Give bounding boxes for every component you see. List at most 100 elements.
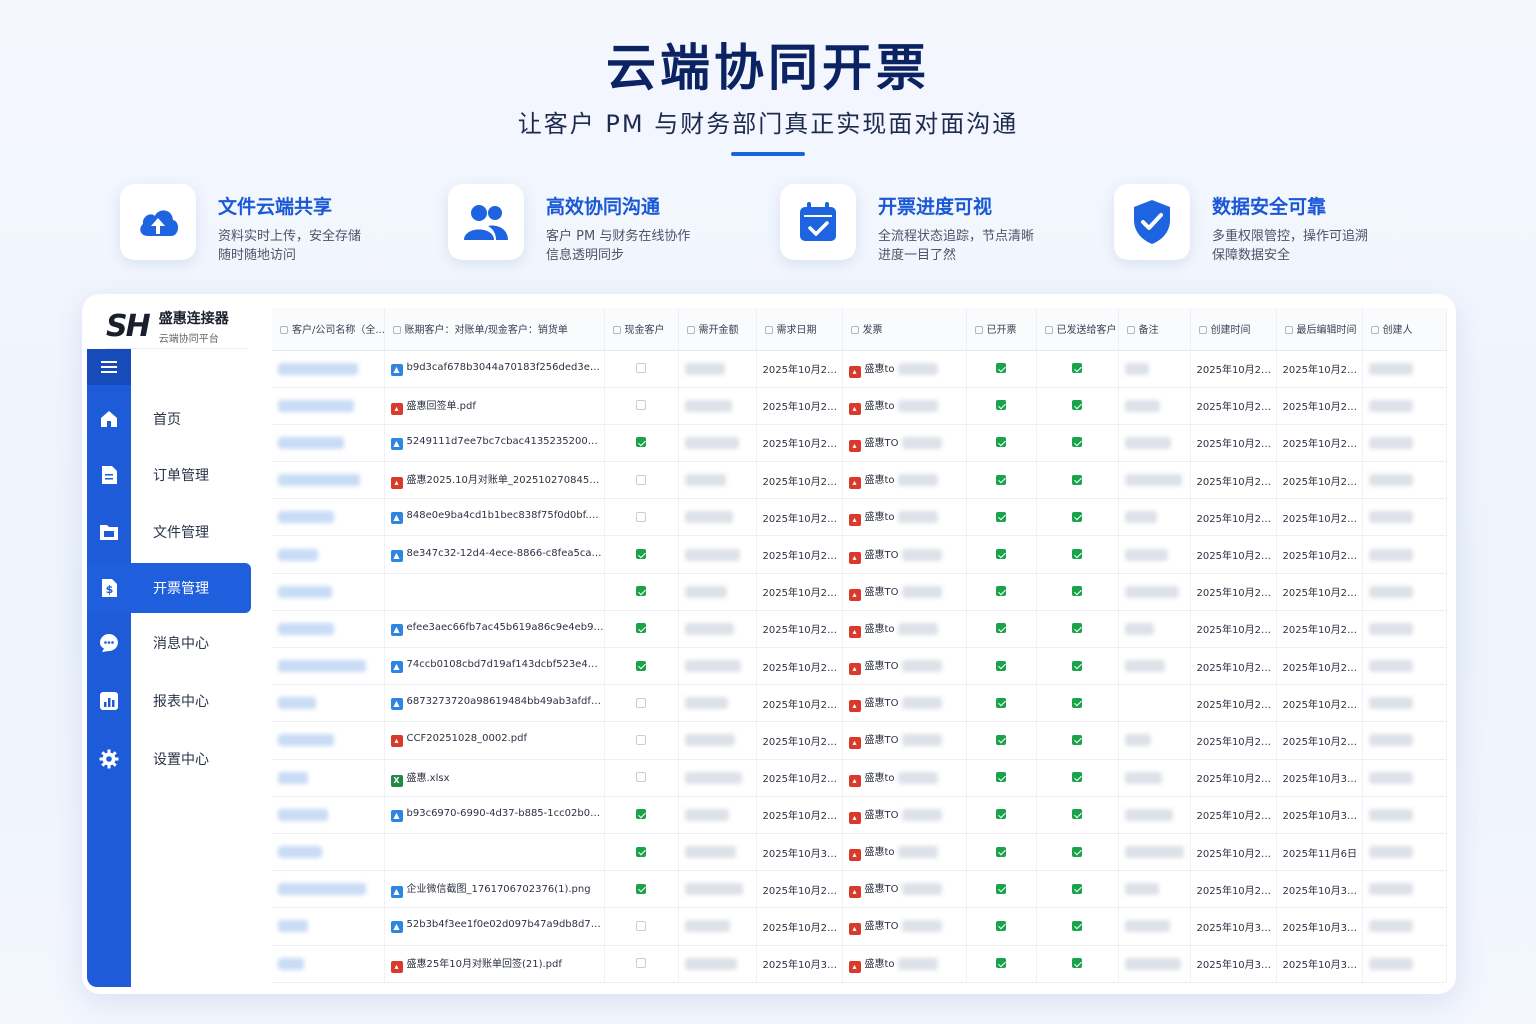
sent-to-customer-cell[interactable] [1036, 870, 1119, 909]
cash-customer-cell[interactable] [604, 907, 679, 946]
cash-customer-checkbox[interactable] [636, 660, 646, 671]
sent-to-customer-cell[interactable] [1036, 945, 1119, 983]
column-header[interactable]: 已开票 [966, 308, 1037, 351]
cash-customer-checkbox[interactable] [636, 920, 646, 931]
sent-to-customer-cell[interactable] [1036, 796, 1119, 834]
cash-customer-cell[interactable] [604, 833, 679, 872]
invoiced-checkbox[interactable] [996, 511, 1006, 522]
attachment-filename[interactable]: 盛惠.xlsx [407, 773, 450, 784]
sent-to-customer-cell[interactable] [1036, 684, 1119, 723]
sent-to-customer-cell[interactable] [1036, 573, 1119, 611]
table-row[interactable]: ▲ 52b3b4f3ee1f0e02d097b47a9db8d7c2.jpg 202… [272, 907, 1447, 946]
sidebar-item-messages[interactable]: 消息中心 [87, 618, 251, 668]
cash-customer-cell[interactable] [604, 424, 679, 463]
sent-to-customer-cell[interactable] [1036, 350, 1119, 388]
attachment-filename[interactable]: 盛惠25年10月对账单回签(21).pdf [407, 959, 562, 970]
invoice-cell[interactable]: ▴ 盛惠to [842, 759, 967, 797]
invoiced-cell[interactable] [966, 610, 1037, 649]
invoiced-cell[interactable] [966, 461, 1037, 500]
invoiced-cell[interactable] [966, 647, 1037, 686]
column-header[interactable]: 创建人 [1362, 308, 1447, 351]
cash-customer-checkbox[interactable] [636, 697, 646, 708]
invoice-cell[interactable]: ▴ 盛惠TO [842, 647, 967, 686]
sent-to-customer-checkbox[interactable] [1072, 809, 1082, 820]
cash-customer-checkbox[interactable] [636, 586, 646, 597]
invoice-filename[interactable]: 盛惠TO [865, 698, 899, 709]
invoiced-cell[interactable] [966, 759, 1037, 797]
sent-to-customer-checkbox[interactable] [1072, 958, 1082, 969]
sidebar-item-orders[interactable]: 订单管理 [87, 450, 251, 500]
table-row[interactable]: ▲ 5249111d7ee7bc7cbac4135235200191.png 202… [272, 424, 1447, 463]
cash-customer-cell[interactable] [604, 759, 679, 797]
table-row[interactable]: 2025年10月27日 ▴ 盛惠TO 2025年10月27日 2025年10月27日 [272, 573, 1447, 611]
invoice-cell[interactable]: ▴ 盛惠TO [842, 721, 967, 760]
attachment-cell[interactable]: ▲ 52b3b4f3ee1f0e02d097b47a9db8d7c2.jpg [384, 907, 605, 946]
cash-customer-cell[interactable] [604, 498, 679, 537]
cash-customer-checkbox[interactable] [636, 437, 646, 448]
invoice-filename[interactable]: 盛惠to [865, 959, 895, 970]
invoice-filename[interactable]: 盛惠TO [865, 587, 899, 598]
attachment-cell[interactable]: ▲ 848e0e9ba4cd1b1bec838f75f0d0bf.png [384, 498, 605, 537]
invoiced-checkbox[interactable] [996, 400, 1006, 411]
invoice-cell[interactable]: ▴ 盛惠to [842, 610, 967, 649]
invoice-cell[interactable]: ▴ 盛惠TO [842, 535, 967, 574]
cash-customer-cell[interactable] [604, 387, 679, 425]
invoiced-cell[interactable] [966, 945, 1037, 983]
cash-customer-cell[interactable] [604, 945, 679, 983]
invoiced-cell[interactable] [966, 833, 1037, 872]
invoiced-checkbox[interactable] [996, 549, 1006, 560]
sidebar-item-settings[interactable]: 设置中心 [87, 734, 251, 784]
column-header[interactable]: 需求日期 [756, 308, 843, 351]
invoiced-checkbox[interactable] [996, 474, 1006, 485]
invoice-filename[interactable]: 盛惠TO [865, 438, 899, 449]
invoice-filename[interactable]: 盛惠to [865, 401, 895, 412]
column-header[interactable]: 客户/公司名称（全... [272, 308, 385, 351]
sent-to-customer-cell[interactable] [1036, 833, 1119, 872]
invoice-cell[interactable]: ▴ 盛惠to [842, 350, 967, 388]
cash-customer-cell[interactable] [604, 647, 679, 686]
attachment-cell[interactable]: ▲ 8e347c32-12d4-4ece-8866-c8fea5ca45e6.p.… [384, 535, 605, 574]
invoiced-cell[interactable] [966, 870, 1037, 909]
attachment-cell[interactable]: ▴ 盛惠回签单.pdf [384, 387, 605, 425]
attachment-cell[interactable] [384, 573, 605, 611]
invoiced-cell[interactable] [966, 498, 1037, 537]
attachment-cell[interactable]: ▴ CCF20251028_0002.pdf [384, 721, 605, 760]
invoice-filename[interactable]: 盛惠to [865, 475, 895, 486]
attachment-filename[interactable]: CCF20251028_0002.pdf [407, 733, 527, 744]
sent-to-customer-checkbox[interactable] [1072, 437, 1082, 448]
cash-customer-checkbox[interactable] [636, 511, 646, 522]
attachment-cell[interactable]: ▲ efee3aec66fb7ac45b619a86c9e4eb99.png [384, 610, 605, 649]
invoice-cell[interactable]: ▴ 盛惠TO [842, 573, 967, 611]
attachment-cell[interactable]: ▴ 盛惠2025.10月对账单_20251027084511.pdf [384, 461, 605, 500]
invoice-filename[interactable]: 盛惠to [865, 512, 895, 523]
sent-to-customer-cell[interactable] [1036, 535, 1119, 574]
invoiced-checkbox[interactable] [996, 958, 1006, 969]
invoiced-cell[interactable] [966, 424, 1037, 463]
column-header[interactable]: 发票 [842, 308, 967, 351]
attachment-filename[interactable]: 盛惠回签单.pdf [407, 401, 476, 412]
invoice-cell[interactable]: ▴ 盛惠to [842, 498, 967, 537]
invoiced-checkbox[interactable] [996, 586, 1006, 597]
table-row[interactable]: ▲ efee3aec66fb7ac45b619a86c9e4eb99.png 202… [272, 610, 1447, 649]
attachment-filename[interactable]: 8e347c32-12d4-4ece-8866-c8fea5ca45e6.p..… [407, 548, 604, 559]
sent-to-customer-checkbox[interactable] [1072, 772, 1082, 783]
sent-to-customer-checkbox[interactable] [1072, 883, 1082, 894]
invoiced-checkbox[interactable] [996, 809, 1006, 820]
invoice-filename[interactable]: 盛惠TO [865, 810, 899, 821]
invoiced-checkbox[interactable] [996, 920, 1006, 931]
invoiced-checkbox[interactable] [996, 883, 1006, 894]
sent-to-customer-checkbox[interactable] [1072, 549, 1082, 560]
table-row[interactable]: ▲ 74ccb0108cbd7d19af143dcbf523e43.png 2025… [272, 647, 1447, 686]
invoice-cell[interactable]: ▴ 盛惠TO [842, 796, 967, 834]
sent-to-customer-cell[interactable] [1036, 461, 1119, 500]
table-row[interactable]: ▲ 8e347c32-12d4-4ece-8866-c8fea5ca45e6.p.… [272, 535, 1447, 574]
table-row[interactable]: ▴ 盛惠回签单.pdf 2025年10月27日 ▴ 盛惠to 2025年10月25日 20… [272, 387, 1447, 425]
sent-to-customer-checkbox[interactable] [1072, 697, 1082, 708]
invoice-cell[interactable]: ▴ 盛惠to [842, 387, 967, 425]
cash-customer-cell[interactable] [604, 684, 679, 723]
cash-customer-checkbox[interactable] [636, 734, 646, 745]
invoiced-checkbox[interactable] [996, 846, 1006, 857]
sent-to-customer-cell[interactable] [1036, 387, 1119, 425]
sent-to-customer-checkbox[interactable] [1072, 474, 1082, 485]
attachment-filename[interactable]: efee3aec66fb7ac45b619a86c9e4eb99.png [407, 622, 604, 633]
